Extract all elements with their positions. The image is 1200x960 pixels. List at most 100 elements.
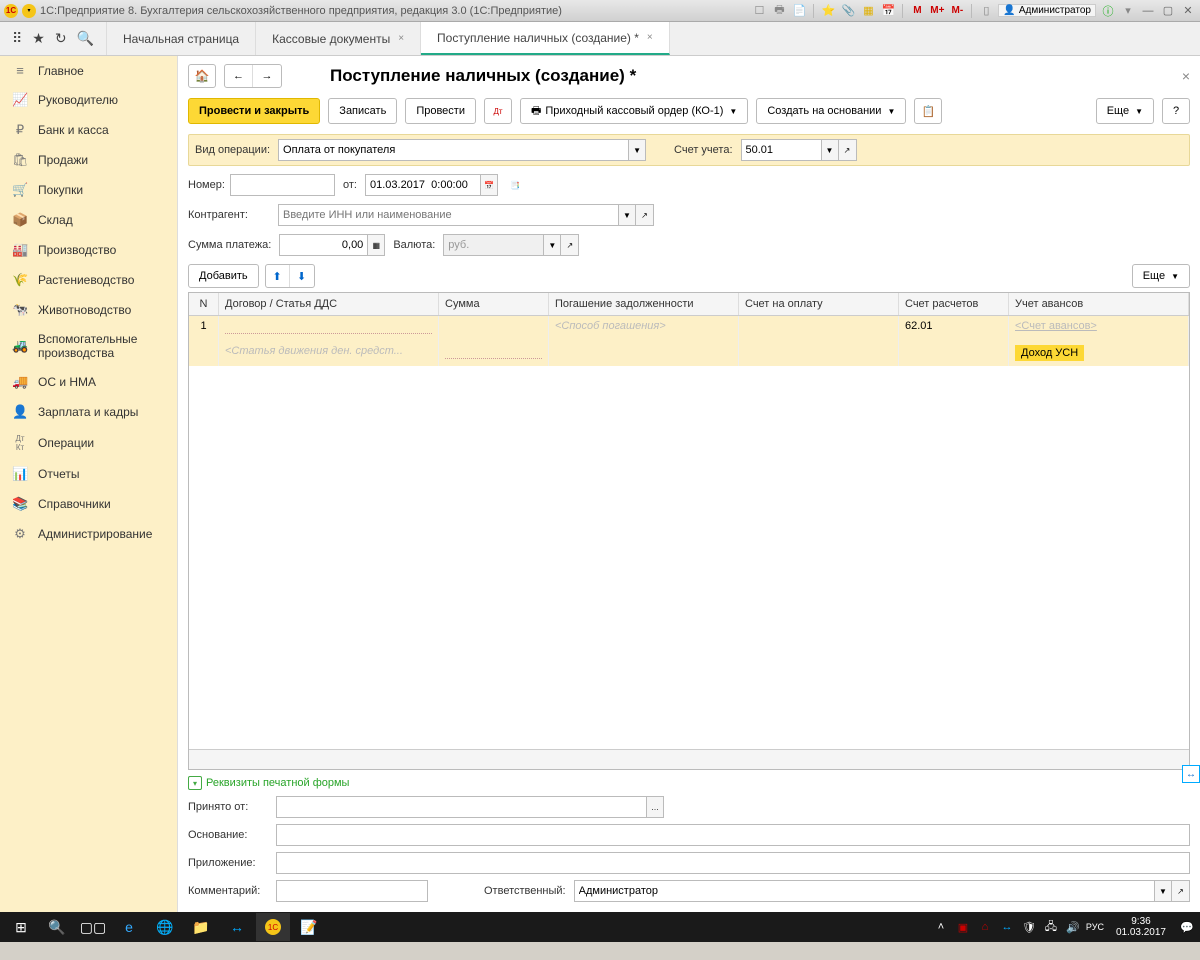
basis-input[interactable] bbox=[276, 824, 1190, 846]
sidebar-item-main[interactable]: ≡Главное bbox=[0, 56, 177, 85]
post-and-close-button[interactable]: Провести и закрыть bbox=[188, 98, 320, 124]
responsible-input[interactable] bbox=[574, 880, 1154, 902]
calendar-icon[interactable]: 📅 bbox=[880, 3, 896, 19]
info-icon[interactable]: ⓘ bbox=[1100, 3, 1116, 19]
ie-icon[interactable]: е bbox=[112, 913, 146, 941]
list-icon[interactable]: 📑 bbox=[506, 174, 524, 196]
tray-icon[interactable]: ⌂ bbox=[976, 918, 994, 936]
post-button[interactable]: Провести bbox=[405, 98, 476, 124]
sidebar-item-assets[interactable]: 🚚ОС и НМА bbox=[0, 367, 177, 397]
sidebar-item-purchases[interactable]: 🛒Покупки bbox=[0, 175, 177, 205]
close-icon[interactable]: × bbox=[398, 33, 404, 44]
comment-input[interactable] bbox=[276, 880, 428, 902]
sidebar-item-reports[interactable]: 📊Отчеты bbox=[0, 459, 177, 489]
col-settle[interactable]: Счет расчетов bbox=[899, 293, 1009, 315]
col-invoice[interactable]: Счет на оплату bbox=[739, 293, 899, 315]
sidebar-item-auxiliary[interactable]: 🚜Вспомогательные производства bbox=[0, 325, 177, 367]
account-input[interactable] bbox=[741, 139, 821, 161]
tray-icon[interactable]: ▣ bbox=[954, 918, 972, 936]
expand-toggle[interactable]: ▾ bbox=[188, 776, 202, 790]
home-button[interactable]: 🏠 bbox=[188, 64, 216, 88]
col-n[interactable]: N bbox=[189, 293, 219, 315]
col-sum[interactable]: Сумма bbox=[439, 293, 549, 315]
chrome-icon[interactable]: 🌐 bbox=[148, 913, 182, 941]
sidebar-item-manager[interactable]: 📈Руководителю bbox=[0, 85, 177, 115]
move-up-button[interactable]: ⬆ bbox=[266, 265, 290, 287]
search-button[interactable]: 🔍 bbox=[40, 913, 74, 941]
attach-button[interactable]: 📋 bbox=[914, 98, 942, 124]
history-icon[interactable]: ↻ bbox=[55, 30, 67, 47]
panel-icon[interactable]: ▯ bbox=[978, 3, 994, 19]
sidebar-item-bank[interactable]: ₽Банк и касса bbox=[0, 115, 177, 145]
tray-icon[interactable]: ↔ bbox=[998, 918, 1016, 936]
calc-icon[interactable]: ▦ bbox=[860, 3, 876, 19]
sidebar-item-catalogs[interactable]: 📚Справочники bbox=[0, 489, 177, 519]
dropdown-icon[interactable]: ▼ bbox=[821, 139, 839, 161]
close-button[interactable]: ✕ bbox=[1180, 3, 1196, 19]
calc-icon[interactable]: ▦ bbox=[367, 234, 385, 256]
tab-receipt[interactable]: Поступление наличных (создание) *× bbox=[421, 22, 670, 55]
print-requisites-link[interactable]: Реквизиты печатной формы bbox=[206, 777, 349, 789]
clock[interactable]: 9:36 01.03.2017 bbox=[1108, 916, 1174, 938]
maximize-button[interactable]: ▢ bbox=[1160, 3, 1176, 19]
received-from-input[interactable] bbox=[276, 796, 646, 818]
counterparty-input[interactable] bbox=[278, 204, 618, 226]
attachment-input[interactable] bbox=[276, 852, 1190, 874]
sidebar-item-production[interactable]: 🏭Производство bbox=[0, 235, 177, 265]
col-advance[interactable]: Учет авансов bbox=[1009, 293, 1189, 315]
dropdown-icon[interactable]: ▼ bbox=[1154, 880, 1172, 902]
op-type-select[interactable] bbox=[278, 139, 628, 161]
help-button[interactable]: ? bbox=[1162, 98, 1190, 124]
date-input[interactable] bbox=[365, 174, 480, 196]
table-row[interactable]: <Статья движения ден. средст... Доход УС… bbox=[189, 341, 1189, 366]
minimize-button[interactable]: — bbox=[1140, 3, 1156, 19]
clip-icon[interactable]: 📎 bbox=[840, 3, 856, 19]
apps-icon[interactable]: ⠿ bbox=[12, 30, 22, 47]
table-row[interactable]: 1 <Способ погашения> 62.01 <Счет авансов… bbox=[189, 316, 1189, 341]
defender-icon[interactable]: 🛡 bbox=[1020, 918, 1038, 936]
m-minus-button[interactable]: M- bbox=[949, 3, 965, 19]
notifications-icon[interactable]: 💬 bbox=[1178, 918, 1196, 936]
write-button[interactable]: Записать bbox=[328, 98, 397, 124]
sidebar-item-hr[interactable]: 👤Зарплата и кадры bbox=[0, 397, 177, 427]
more-button[interactable]: Еще▼ bbox=[1096, 98, 1154, 124]
open-icon[interactable]: ↗ bbox=[839, 139, 857, 161]
add-row-button[interactable]: Добавить bbox=[188, 264, 259, 288]
sidebar-item-sales[interactable]: 🛍Продажи bbox=[0, 145, 177, 175]
user-badge[interactable]: 👤 Администратор bbox=[998, 4, 1096, 17]
ellipsis-icon[interactable]: … bbox=[646, 796, 664, 818]
tab-home[interactable]: Начальная страница bbox=[107, 22, 256, 55]
m-plus-button[interactable]: M+ bbox=[929, 3, 945, 19]
tray-up-icon[interactable]: ˄ bbox=[932, 918, 950, 936]
dtkt-button[interactable]: Дт bbox=[484, 98, 512, 124]
teamviewer-badge[interactable]: ↔ bbox=[1182, 765, 1200, 783]
dropdown-icon[interactable]: ▼ bbox=[618, 204, 636, 226]
dropdown-icon[interactable]: ▼ bbox=[543, 234, 561, 256]
star-icon[interactable]: ⭐ bbox=[820, 3, 836, 19]
open-icon[interactable]: ↗ bbox=[636, 204, 654, 226]
close-icon[interactable]: × bbox=[647, 32, 653, 43]
print-icon[interactable]: 🖶 bbox=[771, 3, 787, 19]
news-icon[interactable]: ☐ bbox=[751, 3, 767, 19]
forward-button[interactable]: → bbox=[253, 65, 281, 87]
tab-cash-docs[interactable]: Кассовые документы× bbox=[256, 22, 421, 55]
page-close-button[interactable]: × bbox=[1182, 68, 1190, 84]
pko-print-button[interactable]: 🖶Приходный кассовый ордер (КО-1)▼ bbox=[520, 98, 748, 124]
open-icon[interactable]: ↗ bbox=[561, 234, 579, 256]
m-button[interactable]: M bbox=[909, 3, 925, 19]
col-contract[interactable]: Договор / Статья ДДС bbox=[219, 293, 439, 315]
dropdown-icon[interactable]: ▼ bbox=[628, 139, 646, 161]
start-button[interactable]: ⊞ bbox=[4, 913, 38, 941]
favorite-icon[interactable]: ★ bbox=[32, 30, 45, 47]
sidebar-item-warehouse[interactable]: 📦Склад bbox=[0, 205, 177, 235]
1c-icon[interactable]: 1С bbox=[256, 913, 290, 941]
open-icon[interactable]: ↗ bbox=[1172, 880, 1190, 902]
sum-input[interactable] bbox=[279, 234, 367, 256]
doc-icon[interactable]: 📄 bbox=[791, 3, 807, 19]
more-icon[interactable]: ▾ bbox=[1120, 3, 1136, 19]
sidebar-item-operations[interactable]: ДтКтОперации bbox=[0, 427, 177, 459]
calendar-icon[interactable]: 📅 bbox=[480, 174, 498, 196]
teamviewer-icon[interactable]: ↔ bbox=[220, 913, 254, 941]
sidebar-item-admin[interactable]: ⚙Администрирование bbox=[0, 519, 177, 549]
sidebar-item-crops[interactable]: 🌾Растениеводство bbox=[0, 265, 177, 295]
